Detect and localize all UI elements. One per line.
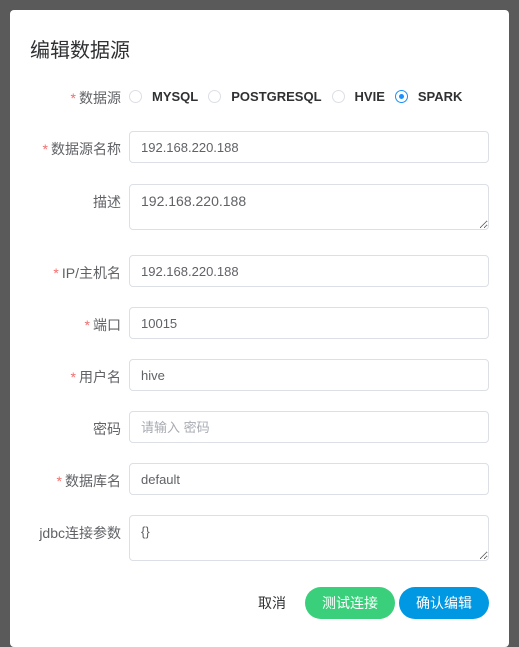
radio-label: SPARK: [417, 89, 463, 104]
name-input[interactable]: [129, 131, 489, 163]
datasource-type-radio-group: MYSQL POSTGRESQL HVIE SPARK: [129, 89, 472, 104]
password-label: 密码: [93, 421, 121, 437]
user-input[interactable]: [129, 359, 489, 391]
radio-label: HVIE: [354, 89, 385, 104]
radio-checked-icon: [394, 90, 408, 103]
description-label: 描述: [93, 194, 121, 210]
port-input[interactable]: [129, 307, 489, 339]
required-mark: *: [70, 369, 76, 385]
radio-label: POSTGRESQL: [231, 89, 322, 104]
radio-mysql[interactable]: MYSQL: [129, 89, 198, 104]
host-input[interactable]: [129, 255, 489, 287]
description-textarea[interactable]: 192.168.220.188: [129, 184, 489, 230]
required-mark: *: [70, 90, 76, 106]
user-label: 用户名: [79, 369, 121, 385]
host-label: IP/主机名: [61, 265, 121, 281]
dialog-title: 编辑数据源: [30, 40, 130, 62]
name-label: 数据源名称: [51, 141, 121, 157]
required-mark: *: [56, 473, 62, 489]
radio-circle-icon: [129, 90, 142, 103]
confirm-edit-button[interactable]: 确认编辑: [399, 587, 489, 619]
required-mark: *: [53, 265, 59, 281]
radio-circle-icon: [331, 90, 345, 103]
jdbc-params-textarea[interactable]: {}: [129, 515, 489, 561]
datasource-type-label: 数据源: [79, 90, 121, 106]
required-mark: *: [42, 141, 48, 157]
radio-hvie[interactable]: HVIE: [331, 89, 385, 104]
radio-circle-icon: [208, 90, 222, 103]
database-input[interactable]: [129, 463, 489, 495]
cancel-button[interactable]: 取消: [246, 587, 298, 619]
password-input[interactable]: [129, 411, 489, 443]
port-label: 端口: [93, 317, 121, 333]
radio-spark[interactable]: SPARK: [394, 89, 463, 104]
test-connection-button[interactable]: 测试连接: [305, 587, 395, 619]
jdbc-label: jdbc连接参数: [39, 525, 121, 541]
required-mark: *: [84, 317, 90, 333]
radio-label: MYSQL: [152, 89, 199, 104]
database-label: 数据库名: [65, 473, 121, 489]
radio-postgresql[interactable]: POSTGRESQL: [208, 89, 322, 104]
edit-datasource-dialog: 编辑数据源 * 数据源 MYSQL POSTGRESQL HVIE SPARK *…: [10, 10, 509, 647]
